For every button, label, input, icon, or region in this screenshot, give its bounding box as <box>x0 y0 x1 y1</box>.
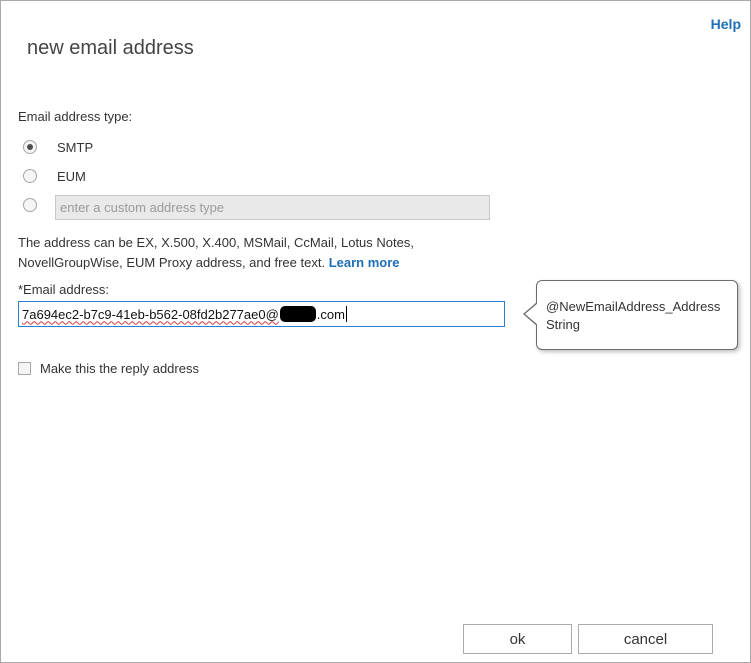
radio-button-eum[interactable] <box>23 169 37 183</box>
redacted-domain-block <box>279 306 316 322</box>
text-cursor <box>345 306 347 322</box>
reply-address-checkbox[interactable] <box>18 361 31 375</box>
new-email-address-dialog: Help new email address Email address typ… <box>0 0 751 663</box>
email-value-prefix: 7a694ec2-b7c9-41eb-b562-08fd2b277ae0@ <box>22 306 279 322</box>
ok-button[interactable]: ok <box>463 624 572 654</box>
address-type-label: Email address type: <box>18 109 133 124</box>
radio-option-smtp[interactable]: SMTP <box>23 137 93 157</box>
radio-button-custom[interactable] <box>23 198 37 212</box>
radio-label-eum: EUM <box>57 168 86 184</box>
email-tooltip-text: @NewEmailAddress_AddressString <box>546 299 721 332</box>
reply-address-option[interactable]: Make this the reply address <box>18 359 199 377</box>
email-address-input[interactable]: 7a694ec2-b7c9-41eb-b562-08fd2b277ae0@ .c… <box>18 301 505 327</box>
radio-button-smtp[interactable] <box>23 140 37 154</box>
dialog-title: new email address <box>27 37 194 59</box>
custom-address-type-input[interactable] <box>55 195 490 220</box>
email-tooltip: @NewEmailAddress_AddressString <box>536 280 738 350</box>
tooltip-arrow-fill <box>525 303 538 325</box>
email-value-suffix: .com <box>316 306 345 322</box>
address-help-text: The address can be EX, X.500, X.400, MSM… <box>18 233 473 273</box>
radio-option-custom[interactable] <box>23 195 37 215</box>
help-link[interactable]: Help <box>711 16 741 32</box>
reply-address-label: Make this the reply address <box>40 360 199 376</box>
learn-more-link[interactable]: Learn more <box>329 255 400 270</box>
radio-option-eum[interactable]: EUM <box>23 166 86 186</box>
cancel-button[interactable]: cancel <box>578 624 713 654</box>
email-address-label: *Email address: <box>18 282 110 297</box>
radio-label-smtp: SMTP <box>57 139 94 155</box>
